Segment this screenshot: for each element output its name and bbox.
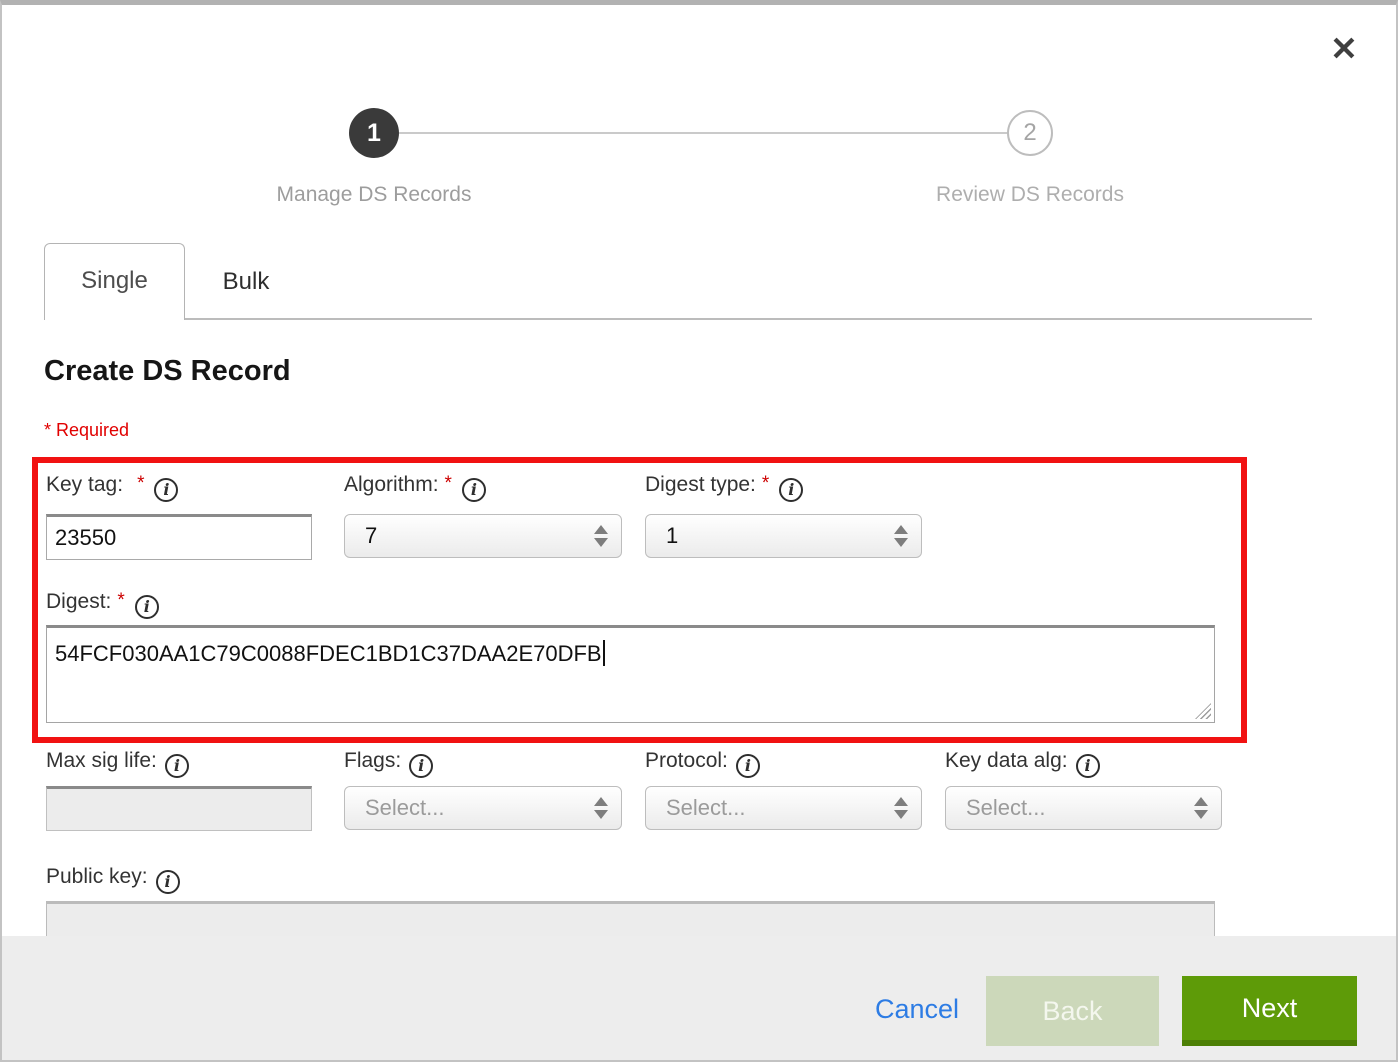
flags-info-icon[interactable]: i bbox=[409, 754, 433, 778]
protocol-label: Protocol:i bbox=[645, 749, 760, 777]
tab-bulk[interactable]: Bulk bbox=[185, 243, 307, 320]
key-tag-info-icon[interactable]: i bbox=[154, 478, 178, 502]
page-title: Create DS Record bbox=[44, 355, 291, 388]
key-tag-input[interactable] bbox=[46, 514, 312, 560]
max-sig-life-info-icon[interactable]: i bbox=[165, 754, 189, 778]
select-arrows-icon bbox=[594, 796, 608, 820]
back-button[interactable]: Back bbox=[986, 976, 1159, 1046]
text-cursor bbox=[603, 640, 605, 666]
close-button[interactable]: ✕ bbox=[1322, 27, 1366, 71]
digest-value: 54FCF030AA1C79C0088FDEC1BD1C37DAA2E70DFB bbox=[55, 641, 602, 666]
resize-handle-icon[interactable] bbox=[1195, 703, 1211, 719]
protocol-select[interactable]: Select... bbox=[645, 786, 922, 830]
flags-select[interactable]: Select... bbox=[344, 786, 622, 830]
required-asterisk: * bbox=[762, 473, 769, 494]
next-button[interactable]: Next bbox=[1182, 976, 1357, 1046]
flags-label: Flags:i bbox=[344, 749, 433, 777]
required-note: * Required bbox=[44, 420, 129, 441]
digest-textarea[interactable]: 54FCF030AA1C79C0088FDEC1BD1C37DAA2E70DFB bbox=[46, 625, 1215, 723]
required-asterisk: * bbox=[117, 590, 124, 611]
protocol-info-icon[interactable]: i bbox=[736, 754, 760, 778]
digest-type-info-icon[interactable]: i bbox=[779, 478, 803, 502]
step-1-indicator: 1 bbox=[349, 108, 399, 158]
public-key-label: Public key:i bbox=[46, 865, 180, 893]
required-asterisk: * bbox=[137, 473, 144, 494]
digest-label: Digest:*i bbox=[46, 590, 159, 618]
algorithm-select[interactable]: 7 bbox=[344, 514, 622, 558]
digest-type-label: Digest type:*i bbox=[645, 473, 803, 501]
digest-info-icon[interactable]: i bbox=[135, 595, 159, 619]
tab-single[interactable]: Single bbox=[44, 243, 185, 320]
step-2-indicator: 2 bbox=[1007, 110, 1053, 156]
step-2-label: Review DS Records bbox=[850, 183, 1210, 207]
close-icon: ✕ bbox=[1330, 30, 1358, 67]
public-key-info-icon[interactable]: i bbox=[156, 870, 180, 894]
key-data-alg-label: Key data alg:i bbox=[945, 749, 1100, 777]
step-connector-line bbox=[399, 132, 1009, 134]
tab-divider bbox=[185, 318, 1312, 320]
select-arrows-icon bbox=[1194, 796, 1208, 820]
select-arrows-icon bbox=[894, 796, 908, 820]
select-arrows-icon bbox=[894, 524, 908, 548]
max-sig-life-label: Max sig life:i bbox=[46, 749, 189, 777]
create-ds-record-dialog: ✕ 1 2 Manage DS Records Review DS Record… bbox=[0, 0, 1398, 1062]
cancel-button[interactable]: Cancel bbox=[875, 994, 959, 1025]
algorithm-label: Algorithm:*i bbox=[344, 473, 486, 501]
max-sig-life-input[interactable] bbox=[46, 786, 312, 831]
key-tag-label: Key tag:*i bbox=[46, 473, 178, 501]
digest-type-select[interactable]: 1 bbox=[645, 514, 922, 558]
algorithm-info-icon[interactable]: i bbox=[462, 478, 486, 502]
key-data-alg-info-icon[interactable]: i bbox=[1076, 754, 1100, 778]
step-1-label: Manage DS Records bbox=[194, 183, 554, 207]
key-data-alg-select[interactable]: Select... bbox=[945, 786, 1222, 830]
required-asterisk: * bbox=[445, 473, 452, 494]
select-arrows-icon bbox=[594, 524, 608, 548]
